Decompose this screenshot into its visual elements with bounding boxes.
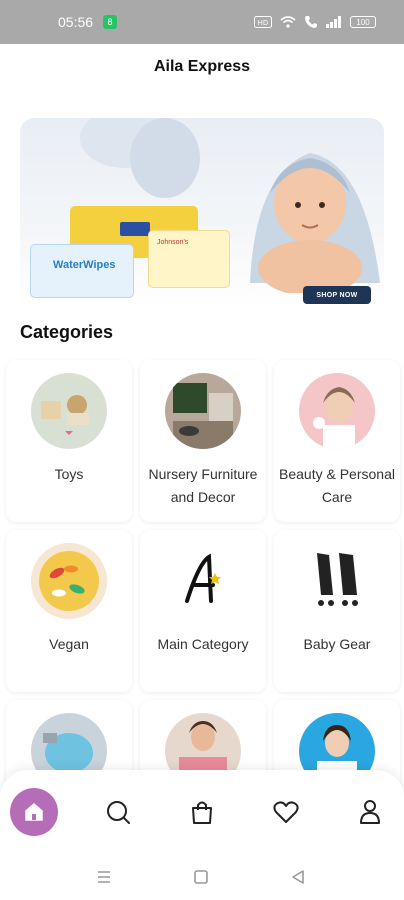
square-icon[interactable] xyxy=(193,868,209,886)
system-navigation xyxy=(0,856,404,900)
category-card-main-category[interactable]: Main Category xyxy=(140,530,266,692)
categories-title: Categories xyxy=(20,322,114,342)
wipes-pack-blue xyxy=(120,222,150,236)
menu-icon[interactable] xyxy=(96,868,112,886)
status-time: 05:56 xyxy=(58,14,94,30)
nav-search[interactable] xyxy=(94,788,142,836)
category-card-toys[interactable]: Toys xyxy=(6,360,132,522)
category-label: Main Category xyxy=(157,636,249,652)
bag-icon xyxy=(192,801,212,824)
heart-icon xyxy=(273,801,299,823)
back-icon[interactable] xyxy=(290,868,306,886)
category-label: Toys xyxy=(54,466,84,482)
waterwipes-label: WaterWipes xyxy=(53,259,116,271)
app-title: Aila Express xyxy=(153,58,251,75)
johnsons-pack: Johnson's xyxy=(148,230,230,288)
category-label: Beauty & Personal Care xyxy=(279,466,395,505)
search-icon xyxy=(107,801,130,824)
category-card-baby-gear[interactable]: Baby Gear xyxy=(274,530,400,692)
svg-text:HD: HD xyxy=(258,19,269,27)
home-icon xyxy=(25,803,43,821)
nav-cart[interactable] xyxy=(178,788,226,836)
call-icon xyxy=(305,16,317,28)
hd-icon: HD xyxy=(254,16,272,28)
baby-image xyxy=(250,153,380,293)
status-bar: 05:56 8 HD 100 xyxy=(0,0,404,44)
category-card-vegan[interactable]: Vegan xyxy=(6,530,132,692)
baby-gear-image xyxy=(299,543,375,619)
johnsons-label: Johnson's xyxy=(157,239,189,246)
category-label: Baby Gear xyxy=(303,636,371,652)
waterwipes-pack: WaterWipes xyxy=(30,244,134,298)
promo-banner[interactable]: WaterWipes Johnson's SHOP NOW xyxy=(20,118,384,308)
category-card-nursery-furniture[interactable]: Nursery Furniture and Decor xyxy=(140,360,266,522)
bottom-navigation xyxy=(0,770,404,856)
nav-home[interactable] xyxy=(10,788,58,836)
category-card-beauty[interactable]: Beauty & Personal Care xyxy=(274,360,400,522)
beauty-image xyxy=(299,373,375,449)
wifi-icon xyxy=(280,16,296,28)
nav-profile[interactable] xyxy=(346,788,394,836)
banner-cloud xyxy=(130,118,200,198)
user-icon xyxy=(360,800,380,824)
battery-icon: 100 xyxy=(350,16,376,28)
nursery-image xyxy=(165,373,241,449)
vegan-image xyxy=(31,543,107,619)
main-category-logo xyxy=(165,543,241,619)
category-label: Vegan xyxy=(49,636,89,652)
signal-icon xyxy=(326,16,341,28)
shop-now-button[interactable]: SHOP NOW xyxy=(303,286,371,304)
nav-wishlist[interactable] xyxy=(262,788,310,836)
category-label: Nursery Furniture and Decor xyxy=(148,466,258,505)
notification-badge: 8 xyxy=(103,15,118,29)
toys-image xyxy=(31,373,107,449)
